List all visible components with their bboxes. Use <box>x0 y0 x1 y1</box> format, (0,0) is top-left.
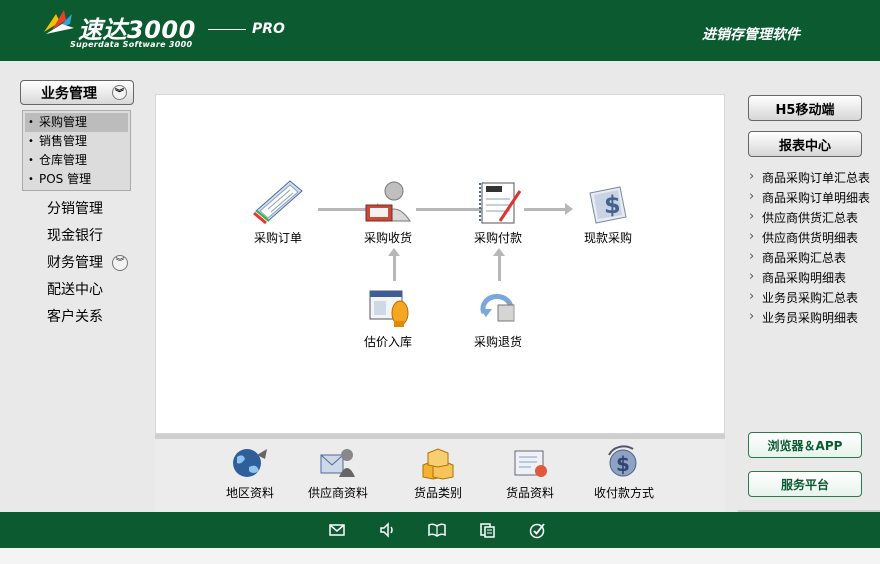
globe-icon <box>233 449 267 477</box>
supplier-icon <box>320 449 355 477</box>
check-icon[interactable] <box>528 521 546 539</box>
dollar-icon: $ <box>589 186 627 224</box>
region-data-button[interactable]: 地区资料 <box>205 445 295 501</box>
app-header: 速达3000 PRO Superdata Software 3000 进销存管理… <box>0 0 880 61</box>
goods-data-icon <box>514 450 547 477</box>
nav-item-distribution[interactable]: 分销管理 <box>20 199 134 226</box>
invoice-pen-icon <box>479 182 522 224</box>
nav-label: 配送中心 <box>47 282 103 298</box>
browser-app-button[interactable]: 浏览器＆APP <box>748 432 862 458</box>
flow-arrow <box>388 248 400 281</box>
status-strip <box>0 548 880 564</box>
basic-data-shortcuts: 地区资料 供应商资料 货品类别 货品资料 $ 收付款方式 <box>155 439 725 512</box>
business-management-label: 业务管理 <box>41 85 97 102</box>
nav-label: 分销管理 <box>47 201 103 217</box>
cash-purchase-button[interactable]: $ 现款采购 <box>568 177 648 246</box>
svg-text:$: $ <box>604 191 621 219</box>
boxes-icon <box>422 448 454 480</box>
purchase-submenu: 采购管理 销售管理 仓库管理 POS 管理 <box>22 110 131 191</box>
mail-icon[interactable] <box>328 521 346 539</box>
brand-divider <box>208 29 246 30</box>
h5-mobile-button[interactable]: H5移动端 <box>748 95 862 121</box>
supplier-data-label: 供应商资料 <box>307 486 368 500</box>
service-platform-button[interactable]: 服务平台 <box>748 471 862 497</box>
receipt-person-icon <box>365 181 411 222</box>
double-chevron-down-icon[interactable]: ︾ <box>112 85 127 100</box>
report-link[interactable]: 供应商供货汇总表 <box>748 208 878 229</box>
purchase-return-button[interactable]: 采购退货 <box>458 283 538 350</box>
submenu-item-warehouse[interactable]: 仓库管理 <box>25 151 128 170</box>
cash-purchase-label: 现款采购 <box>583 231 632 245</box>
purchase-workflow-panel: 采购订单 采购收货 采购付款 $ 现款采购 估价入库 采购退货 <box>155 94 725 434</box>
logo-icon <box>44 10 74 34</box>
product-tagline: 进销存管理软件 <box>702 27 800 43</box>
nav-label: 客户关系 <box>47 309 103 325</box>
purchase-payment-label: 采购付款 <box>473 231 522 245</box>
purchase-order-label: 采购订单 <box>253 231 302 245</box>
estimated-stock-in-label: 估价入库 <box>363 335 412 349</box>
brand-edition: PRO <box>252 21 285 37</box>
goods-data-button[interactable]: 货品资料 <box>485 445 575 501</box>
document-icon[interactable] <box>478 521 496 539</box>
svg-text:$: $ <box>616 452 630 476</box>
business-management-button[interactable]: 业务管理 ︾ <box>20 80 134 105</box>
payment-method-label: 收付款方式 <box>593 486 654 500</box>
nav-label: 现金银行 <box>47 228 103 244</box>
nav-item-cash-bank[interactable]: 现金银行 <box>20 226 134 253</box>
warehouse-icon <box>369 290 409 327</box>
goods-category-label: 货品类别 <box>413 486 462 500</box>
nav-item-crm[interactable]: 客户关系 <box>20 307 134 334</box>
module-nav: 分销管理 现金银行 财务管理 ︾ 配送中心 客户关系 <box>20 199 134 334</box>
nav-label: 财务管理 <box>47 255 103 271</box>
nav-item-delivery[interactable]: 配送中心 <box>20 280 134 307</box>
report-link[interactable]: 商品采购订单汇总表 <box>748 168 878 189</box>
report-link[interactable]: 业务员采购明细表 <box>748 308 878 329</box>
goods-data-label: 货品资料 <box>505 486 554 500</box>
payment-method-icon: $ <box>608 445 637 477</box>
speaker-icon[interactable] <box>378 521 396 539</box>
report-center-button[interactable]: 报表中心 <box>748 131 862 157</box>
payment-method-button[interactable]: $ 收付款方式 <box>579 445 669 501</box>
report-link[interactable]: 商品采购汇总表 <box>748 248 878 269</box>
submenu-item-sales[interactable]: 销售管理 <box>25 132 128 151</box>
estimated-stock-in-button[interactable]: 估价入库 <box>348 283 428 350</box>
double-chevron-down-icon[interactable]: ︾ <box>112 255 128 271</box>
brand-subtitle: Superdata Software 3000 <box>70 40 193 49</box>
book-icon[interactable] <box>428 521 446 539</box>
purchase-receipt-button[interactable]: 采购收货 <box>348 177 428 246</box>
submenu-item-purchase[interactable]: 采购管理 <box>25 113 128 132</box>
supplier-data-button[interactable]: 供应商资料 <box>293 445 383 501</box>
flow-arrow <box>493 248 505 281</box>
nav-item-finance[interactable]: 财务管理 ︾ <box>20 253 134 280</box>
report-link[interactable]: 商品采购订单明细表 <box>748 188 878 209</box>
report-link[interactable]: 商品采购明细表 <box>748 268 878 289</box>
notebook-icon <box>253 180 303 225</box>
region-data-label: 地区资料 <box>225 486 274 500</box>
return-icon <box>480 294 515 322</box>
report-link[interactable]: 业务员采购汇总表 <box>748 288 878 309</box>
goods-category-button[interactable]: 货品类别 <box>393 445 483 501</box>
report-list: 商品采购订单汇总表 商品采购订单明细表 供应商供货汇总表 供应商供货明细表 商品… <box>748 168 878 329</box>
submenu-item-pos[interactable]: POS 管理 <box>25 170 128 189</box>
purchase-receipt-label: 采购收货 <box>363 231 412 245</box>
purchase-order-button[interactable]: 采购订单 <box>238 177 318 246</box>
footer-toolbar <box>0 512 880 548</box>
report-link[interactable]: 供应商供货明细表 <box>748 228 878 249</box>
purchase-return-label: 采购退货 <box>473 335 522 349</box>
purchase-payment-button[interactable]: 采购付款 <box>458 177 538 246</box>
